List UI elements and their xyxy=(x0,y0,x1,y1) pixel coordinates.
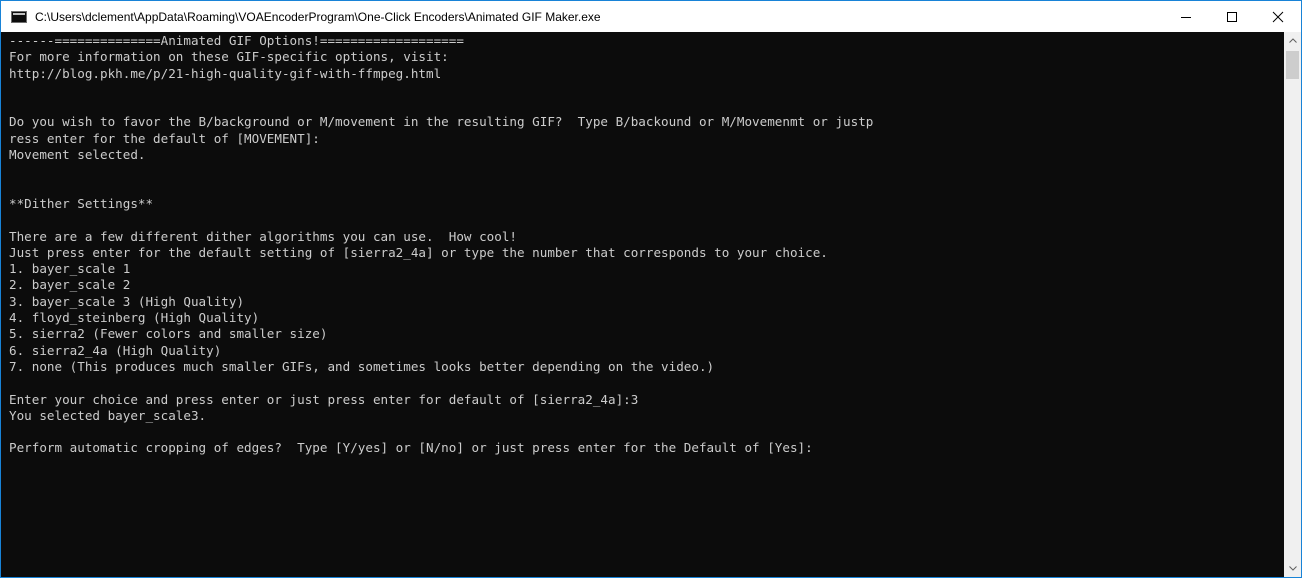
close-icon xyxy=(1272,11,1284,22)
console-line: 7. none (This produces much smaller GIFs… xyxy=(9,358,715,374)
console-window: C:\Users\dclement\AppData\Roaming\VOAEnc… xyxy=(0,0,1302,578)
console-line: ------==============Animated GIF Options… xyxy=(9,33,464,48)
console-output[interactable]: ------==============Animated GIF Options… xyxy=(1,32,1284,577)
console-line: You selected bayer_scale3. xyxy=(9,407,207,423)
console-icon[interactable] xyxy=(11,10,27,23)
console-line: 1. bayer_scale 1 xyxy=(9,261,131,277)
vertical-scrollbar[interactable] xyxy=(1284,32,1301,577)
close-button[interactable] xyxy=(1255,1,1301,32)
minimize-button[interactable] xyxy=(1163,1,1209,32)
minimize-icon xyxy=(1181,16,1191,18)
window-title: C:\Users\dclement\AppData\Roaming\VOAEnc… xyxy=(35,9,601,24)
scroll-down-button[interactable] xyxy=(1284,560,1301,577)
maximize-icon xyxy=(1227,11,1237,22)
console-line: 6. sierra2_4a (High Quality) xyxy=(9,342,222,358)
scroll-up-button[interactable] xyxy=(1284,32,1301,49)
console-line: http://blog.pkh.me/p/21-high-quality-gif… xyxy=(9,65,442,81)
console-line: Do you wish to favor the B/background or… xyxy=(9,114,874,130)
console-line: 5. sierra2 (Fewer colors and smaller siz… xyxy=(9,326,328,342)
window-controls xyxy=(1163,1,1301,32)
console-line: 3. bayer_scale 3 (High Quality) xyxy=(9,293,245,309)
console-line: **Dither Settings** xyxy=(9,195,154,211)
console-line: There are a few different dither algorit… xyxy=(9,228,517,244)
console-line: Enter your choice and press enter or jus… xyxy=(9,391,639,407)
console-text: ------==============Animated GIF Options… xyxy=(1,32,1284,457)
scrollbar-thumb[interactable] xyxy=(1286,51,1299,79)
scroll-down-arrow-icon xyxy=(1288,566,1297,571)
console-line: Movement selected. xyxy=(9,147,146,163)
scroll-up-arrow-icon xyxy=(1288,38,1297,43)
console-line: Just press enter for the default setting… xyxy=(9,244,828,260)
title-bar[interactable]: C:\Users\dclement\AppData\Roaming\VOAEnc… xyxy=(1,1,1301,32)
console-line: 2. bayer_scale 2 xyxy=(9,277,131,293)
console-line: ress enter for the default of [MOVEMENT]… xyxy=(9,130,320,146)
console-line: Perform automatic cropping of edges? Typ… xyxy=(9,440,813,456)
console-line: 4. floyd_steinberg (High Quality) xyxy=(9,310,260,326)
maximize-button[interactable] xyxy=(1209,1,1255,32)
console-line: For more information on these GIF-specif… xyxy=(9,49,449,65)
